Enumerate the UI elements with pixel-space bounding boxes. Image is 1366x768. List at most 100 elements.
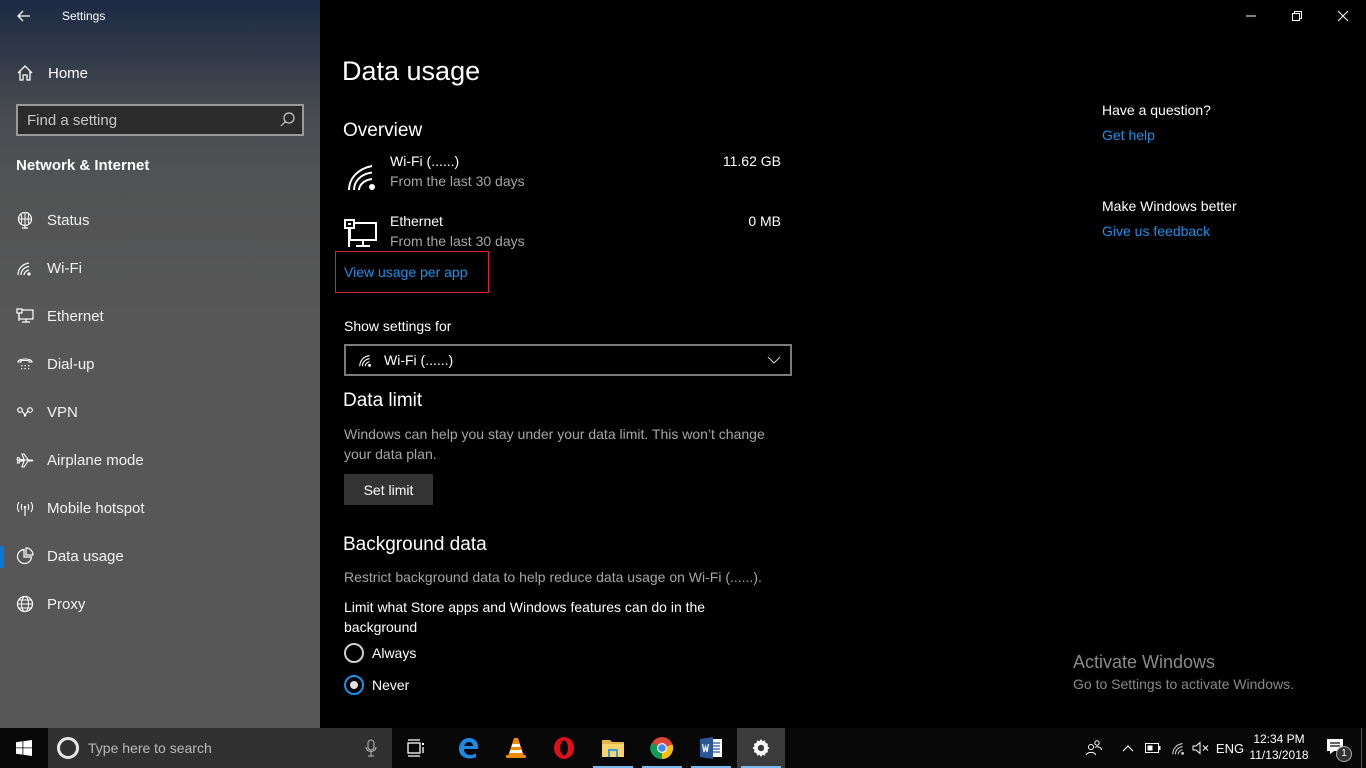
globe-icon xyxy=(16,595,34,613)
wifi-icon xyxy=(348,165,375,191)
clock-date: 11/13/2018 xyxy=(1249,748,1309,762)
background-data-description: Restrict background data to help reduce … xyxy=(344,569,762,585)
sidebar-home[interactable]: Home xyxy=(16,62,88,84)
action-center-button[interactable]: 1 xyxy=(1318,728,1358,768)
search-icon[interactable] xyxy=(276,109,298,131)
chevron-down-icon xyxy=(767,356,781,364)
clock[interactable]: 12:34 PM 11/13/2018 xyxy=(1248,731,1310,763)
wifi-icon xyxy=(1172,743,1184,755)
dropdown-selected-value: Wi-Fi (......) xyxy=(384,352,454,368)
show-hidden-icons-button[interactable] xyxy=(1116,728,1140,768)
have-question-heading: Have a question? xyxy=(1102,102,1211,118)
microphone-icon[interactable] xyxy=(364,739,378,757)
volume-button[interactable] xyxy=(1190,728,1212,768)
cortana-icon[interactable] xyxy=(57,737,79,759)
taskbar-app-opera[interactable] xyxy=(540,728,588,768)
taskbar-search[interactable]: Type here to search xyxy=(48,728,392,768)
sidebar-item-status[interactable]: Status xyxy=(0,196,320,244)
sidebar-item-ethernet[interactable]: Ethernet xyxy=(0,292,320,340)
task-view-button[interactable] xyxy=(396,728,436,768)
home-icon xyxy=(17,65,33,81)
sidebar-item-airplane-mode[interactable]: Airplane mode xyxy=(0,436,320,484)
sidebar-item-data-usage[interactable]: Data usage xyxy=(0,532,320,580)
find-setting-search[interactable] xyxy=(16,104,304,136)
language-indicator[interactable]: ENG xyxy=(1214,728,1246,768)
minimize-button[interactable] xyxy=(1228,0,1274,32)
background-data-heading: Background data xyxy=(343,534,487,555)
vpn-icon xyxy=(16,403,34,421)
task-view-icon xyxy=(407,739,424,757)
people-button[interactable] xyxy=(1080,728,1108,768)
radio-circle[interactable] xyxy=(344,675,364,695)
network-usage-amount: 11.62 GB xyxy=(722,153,781,169)
taskbar-app-chrome[interactable] xyxy=(638,728,686,768)
sidebar-item-label: Proxy xyxy=(47,595,86,613)
view-usage-per-app-link[interactable]: View usage per app xyxy=(344,264,468,280)
restore-icon xyxy=(1292,11,1302,21)
back-button[interactable] xyxy=(12,5,36,27)
sidebar-item-proxy[interactable]: Proxy xyxy=(0,580,320,628)
volume-muted-icon xyxy=(1192,741,1209,755)
chevron-up-icon xyxy=(1122,745,1134,752)
data-limit-description: Windows can help you stay under your dat… xyxy=(344,426,765,462)
network-select-dropdown[interactable]: Wi-Fi (......) xyxy=(344,344,792,376)
show-desktop-button[interactable] xyxy=(1361,728,1366,768)
radio-label: Never xyxy=(372,677,410,693)
close-icon xyxy=(1337,10,1349,22)
sidebar-item-dialup[interactable]: Dial-up xyxy=(0,340,320,388)
wifi-icon xyxy=(16,259,34,277)
taskbar-app-file-explorer[interactable] xyxy=(589,728,637,768)
close-button[interactable] xyxy=(1320,0,1366,32)
taskbar-search-placeholder: Type here to search xyxy=(88,740,212,756)
overview-heading: Overview xyxy=(343,120,423,141)
battery-button[interactable] xyxy=(1142,728,1164,768)
sidebar-item-label: Data usage xyxy=(47,547,124,565)
set-limit-button[interactable]: Set limit xyxy=(344,474,433,505)
sidebar-item-mobile-hotspot[interactable]: Mobile hotspot xyxy=(0,484,320,532)
file-explorer-icon xyxy=(602,740,624,757)
sidebar-item-label: Dial-up xyxy=(47,355,95,373)
sidebar-item-label: Ethernet xyxy=(47,307,104,325)
sidebar: Settings Home Network & Internet Status … xyxy=(0,0,320,728)
clock-time: 12:34 PM xyxy=(1253,732,1305,746)
main-content: Data usage Overview Wi-Fi (......) From … xyxy=(320,0,1366,728)
radio-circle[interactable] xyxy=(344,643,364,663)
hotspot-icon xyxy=(16,499,34,517)
status-globe-icon xyxy=(16,211,34,229)
sidebar-item-wifi[interactable]: Wi-Fi xyxy=(0,244,320,292)
radio-never[interactable]: Never xyxy=(344,674,409,696)
pie-chart-icon xyxy=(16,547,34,565)
network-period: From the last 30 days xyxy=(390,233,525,249)
taskbar-app-edge[interactable] xyxy=(444,728,492,768)
people-icon xyxy=(1086,740,1102,756)
radio-label: Always xyxy=(372,645,417,661)
make-windows-better-heading: Make Windows better xyxy=(1102,198,1237,214)
sidebar-item-label: VPN xyxy=(47,403,78,421)
opera-icon xyxy=(554,737,574,759)
taskbar-app-word[interactable] xyxy=(687,728,735,768)
sidebar-item-label: Mobile hotspot xyxy=(47,499,145,517)
give-feedback-link[interactable]: Give us feedback xyxy=(1102,223,1237,239)
taskbar-app-settings[interactable] xyxy=(737,728,785,768)
ethernet-icon xyxy=(16,307,34,325)
minimize-icon xyxy=(1246,15,1256,17)
restore-button[interactable] xyxy=(1274,0,1320,32)
ethernet-icon xyxy=(344,219,377,247)
wifi-icon xyxy=(359,355,371,367)
title-bar: Settings xyxy=(0,0,320,32)
start-button[interactable] xyxy=(0,728,48,768)
sidebar-item-label: Status xyxy=(47,211,90,229)
taskbar-app-vlc[interactable] xyxy=(492,728,540,768)
sidebar-item-vpn[interactable]: VPN xyxy=(0,388,320,436)
sidebar-item-label: Wi-Fi xyxy=(47,259,82,277)
activate-windows-watermark: Activate Windows Go to Settings to activ… xyxy=(1073,652,1294,692)
get-help-link[interactable]: Get help xyxy=(1102,127,1211,143)
taskbar: Type here to search ENG 12:34 PM 11/13/2… xyxy=(0,728,1366,768)
activate-subtitle: Go to Settings to activate Windows. xyxy=(1073,676,1294,692)
network-tray-button[interactable] xyxy=(1168,728,1190,768)
radio-always[interactable]: Always xyxy=(344,642,416,664)
find-setting-input[interactable] xyxy=(18,111,276,129)
battery-icon xyxy=(1145,743,1161,753)
network-name: Ethernet xyxy=(390,213,443,229)
notification-count-badge: 1 xyxy=(1336,746,1352,762)
